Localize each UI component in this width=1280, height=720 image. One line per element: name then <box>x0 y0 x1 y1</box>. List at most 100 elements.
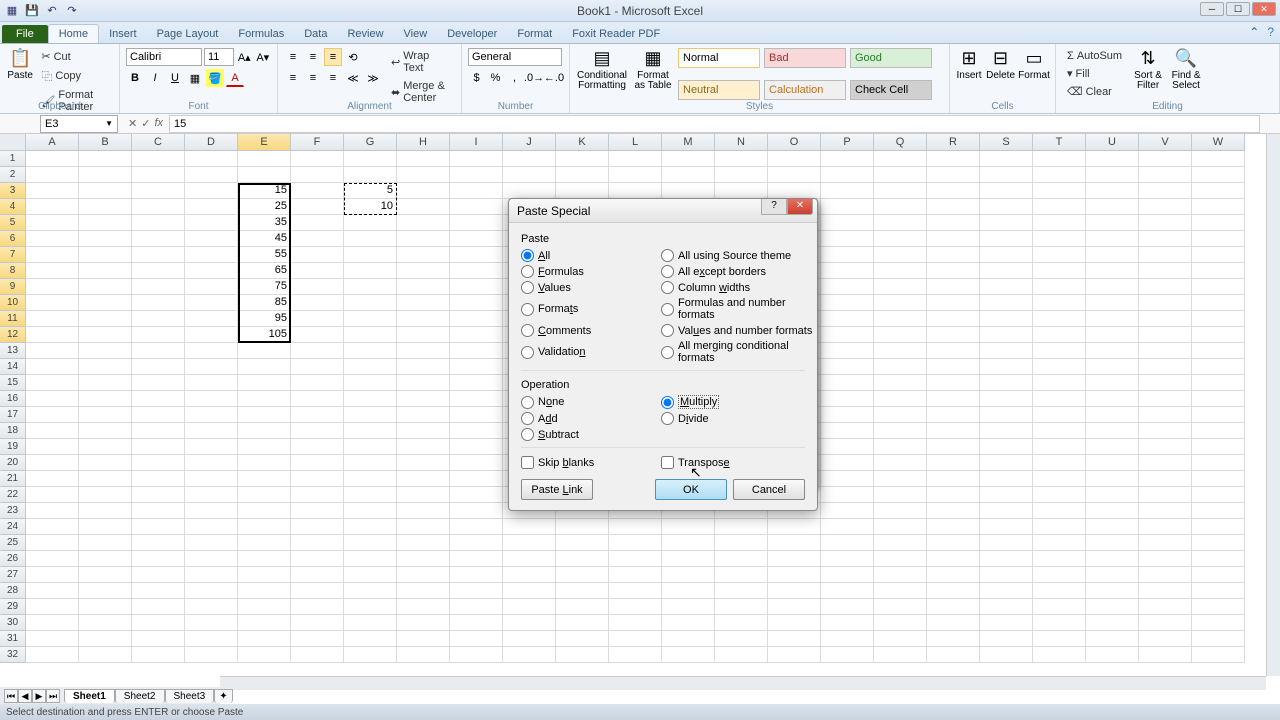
autosum-button[interactable]: ΣAutoSum <box>1062 48 1127 64</box>
cell[interactable] <box>1192 631 1245 647</box>
cell[interactable] <box>874 631 927 647</box>
align-bottom-icon[interactable]: ≡ <box>324 48 342 66</box>
cell[interactable] <box>79 295 132 311</box>
cell[interactable] <box>715 535 768 551</box>
cell[interactable] <box>397 391 450 407</box>
cell[interactable] <box>1192 407 1245 423</box>
cell[interactable] <box>503 631 556 647</box>
style-calc[interactable]: Calculation <box>764 80 846 100</box>
col-header-H[interactable]: H <box>397 134 450 151</box>
radio-all[interactable]: All <box>521 249 661 262</box>
insert-tab[interactable]: Insert <box>99 25 147 43</box>
cell[interactable] <box>1086 519 1139 535</box>
cell[interactable] <box>874 359 927 375</box>
cell[interactable] <box>397 647 450 663</box>
cell[interactable] <box>980 647 1033 663</box>
cell[interactable] <box>185 295 238 311</box>
cell[interactable] <box>344 519 397 535</box>
cell[interactable] <box>980 359 1033 375</box>
cell[interactable] <box>662 615 715 631</box>
cell[interactable] <box>79 391 132 407</box>
col-header-K[interactable]: K <box>556 134 609 151</box>
radio-validation[interactable]: Validation <box>521 340 661 364</box>
cell[interactable] <box>185 167 238 183</box>
cell[interactable] <box>556 631 609 647</box>
row-header-6[interactable]: 6 <box>0 231 26 247</box>
cell[interactable] <box>26 407 79 423</box>
cell[interactable] <box>874 615 927 631</box>
radio-formulas[interactable]: Formulas <box>521 265 661 278</box>
cell[interactable] <box>1033 567 1086 583</box>
cell[interactable] <box>132 455 185 471</box>
cell[interactable] <box>132 551 185 567</box>
cell[interactable] <box>26 583 79 599</box>
cell[interactable] <box>874 551 927 567</box>
cell[interactable] <box>238 343 291 359</box>
cell[interactable] <box>768 183 821 199</box>
cell[interactable] <box>79 487 132 503</box>
cell[interactable] <box>1033 343 1086 359</box>
cell[interactable] <box>821 151 874 167</box>
cell[interactable] <box>1033 551 1086 567</box>
cell[interactable] <box>980 519 1033 535</box>
cell[interactable]: 85 <box>238 295 291 311</box>
grow-font-icon[interactable]: A▴ <box>236 48 253 66</box>
bold-button[interactable]: B <box>126 69 144 87</box>
cell[interactable] <box>291 215 344 231</box>
cell[interactable] <box>1192 567 1245 583</box>
cell[interactable] <box>927 551 980 567</box>
cell[interactable] <box>132 167 185 183</box>
cell[interactable] <box>344 455 397 471</box>
cell[interactable] <box>821 519 874 535</box>
cell[interactable] <box>344 487 397 503</box>
cell[interactable] <box>185 471 238 487</box>
cell[interactable] <box>132 615 185 631</box>
cell[interactable] <box>1086 231 1139 247</box>
cell[interactable] <box>344 327 397 343</box>
cell[interactable] <box>1086 247 1139 263</box>
cell[interactable] <box>1139 343 1192 359</box>
cell[interactable] <box>1033 215 1086 231</box>
col-header-U[interactable]: U <box>1086 134 1139 151</box>
col-header-O[interactable]: O <box>768 134 821 151</box>
cell[interactable] <box>26 519 79 535</box>
foxit-tab[interactable]: Foxit Reader PDF <box>562 25 670 43</box>
cell[interactable] <box>980 151 1033 167</box>
cell[interactable] <box>821 279 874 295</box>
cell[interactable] <box>450 263 503 279</box>
cell[interactable] <box>79 151 132 167</box>
radio-comments[interactable]: Comments <box>521 324 661 337</box>
cell[interactable] <box>874 567 927 583</box>
cell[interactable] <box>927 583 980 599</box>
align-right-icon[interactable]: ≡ <box>324 69 342 87</box>
cell[interactable] <box>980 391 1033 407</box>
cell[interactable] <box>768 167 821 183</box>
cell[interactable] <box>450 151 503 167</box>
cell[interactable] <box>291 439 344 455</box>
cell[interactable] <box>1139 375 1192 391</box>
cell[interactable] <box>980 503 1033 519</box>
cell[interactable] <box>132 535 185 551</box>
cell[interactable] <box>291 199 344 215</box>
cell[interactable] <box>715 615 768 631</box>
cell[interactable] <box>980 567 1033 583</box>
cell[interactable] <box>79 263 132 279</box>
shrink-font-icon[interactable]: A▾ <box>255 48 272 66</box>
cell[interactable] <box>26 551 79 567</box>
file-tab[interactable]: File <box>2 25 48 43</box>
cell[interactable] <box>344 647 397 663</box>
cell[interactable] <box>1192 503 1245 519</box>
cell[interactable] <box>1086 327 1139 343</box>
cell[interactable]: 15 <box>238 183 291 199</box>
cell[interactable] <box>927 647 980 663</box>
row-header-9[interactable]: 9 <box>0 279 26 295</box>
cell[interactable]: 35 <box>238 215 291 231</box>
cell[interactable] <box>980 407 1033 423</box>
cell[interactable] <box>238 583 291 599</box>
cell[interactable] <box>79 199 132 215</box>
cell[interactable] <box>980 215 1033 231</box>
row-header-4[interactable]: 4 <box>0 199 26 215</box>
cell[interactable] <box>768 551 821 567</box>
cell[interactable] <box>1192 423 1245 439</box>
cell[interactable] <box>344 375 397 391</box>
